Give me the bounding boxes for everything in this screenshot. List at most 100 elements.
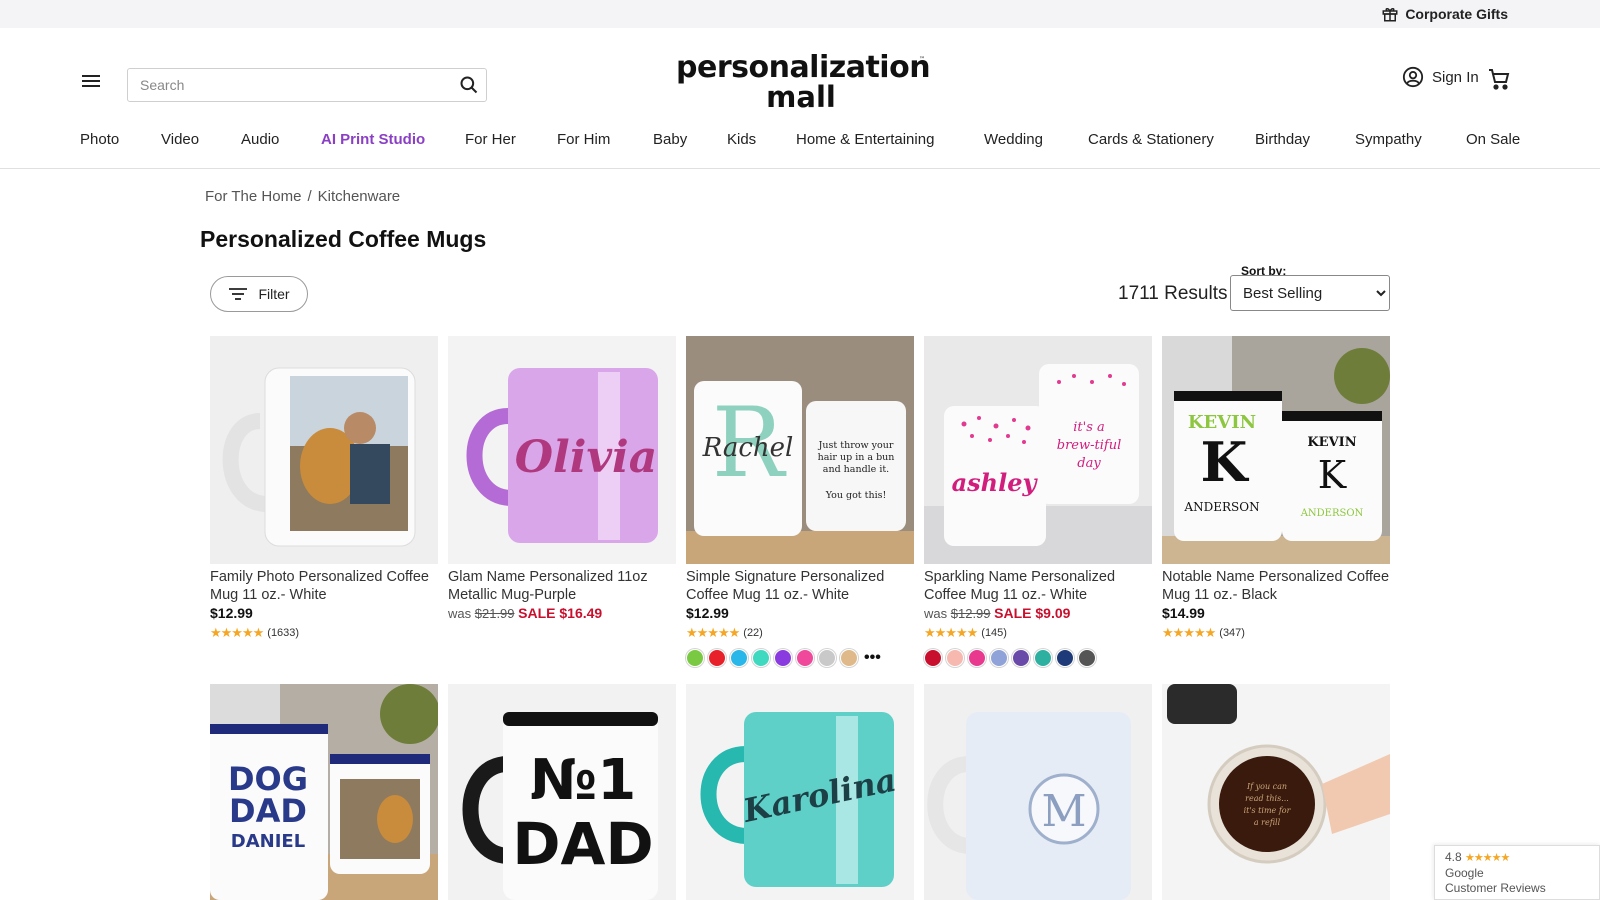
product-image[interactable]: Karolina [686,684,914,900]
nav-item-kids[interactable]: Kids [727,131,756,148]
product-card[interactable]: KEVIN K ANDERSON KEVIN K ANDERSON Notabl… [1162,336,1390,641]
review-count: (347) [1219,627,1245,639]
product-price: $12.99 [210,605,253,621]
google-label: Google [1445,866,1484,880]
nav-item-baby[interactable]: Baby [653,131,687,148]
nav-item-for-him[interactable]: For Him [557,131,610,148]
mug-text: If you can [1246,782,1287,791]
mug-text: Rachel [702,433,794,463]
product-name[interactable]: Glam Name Personalized 11oz Metallic Mug… [448,568,676,604]
search-icon[interactable] [452,69,486,101]
nav-item-home-entertaining[interactable]: Home & Entertaining [796,131,934,148]
nav-item-for-her[interactable]: For Her [465,131,516,148]
product-price: was $12.99 SALE $9.09 [924,605,1152,621]
breadcrumb: For The Home / Kitchenware [205,188,400,205]
breadcrumb-for-the-home[interactable]: For The Home [205,188,301,205]
mug-text: DANIEL [231,831,305,852]
mug-text: M [1041,786,1086,837]
color-swatch[interactable] [708,649,726,667]
nav-item-audio[interactable]: Audio [241,131,279,148]
more-colors-button[interactable]: ••• [864,650,881,666]
color-swatch[interactable] [924,649,942,667]
product-card[interactable]: If you can read this... it's time for a … [1162,684,1390,900]
product-image[interactable]: Olivia [448,336,676,564]
color-swatch[interactable] [990,649,1008,667]
color-swatch[interactable] [1012,649,1030,667]
logo-line-2: mall [766,80,836,114]
account-icon [1402,66,1424,88]
product-image[interactable]: If you can read this... it's time for a … [1162,684,1390,900]
was-price: $21.99 [474,606,515,621]
filter-label: Filter [258,286,290,302]
review-count: (145) [981,627,1007,639]
product-image[interactable]: №1 DAD [448,684,676,900]
product-name[interactable]: Simple Signature Personalized Coffee Mug… [686,568,914,604]
color-swatch[interactable] [946,649,964,667]
product-card[interactable]: Karolina [686,684,914,900]
sign-in-label: Sign In [1432,68,1479,86]
product-card[interactable]: Family Photo Personalized Coffee Mug 11 … [210,336,438,641]
nav-item-on-sale[interactable]: On Sale [1466,131,1520,148]
color-swatch[interactable] [752,649,770,667]
hamburger-menu-icon[interactable] [80,72,102,94]
corporate-gifts-link[interactable]: Corporate Gifts [1381,5,1508,23]
google-score: 4.8 [1445,850,1462,864]
product-card[interactable]: ashley it's a brew-tiful day Sparkling N… [924,336,1152,667]
breadcrumb-kitchenware[interactable]: Kitchenware [318,188,401,205]
product-image[interactable]: DOG DAD DANIEL [210,684,438,900]
product-card[interactable]: Olivia Glam Name Personalized 11oz Metal… [448,336,676,621]
google-reviews-badge[interactable]: 4.8 ★★★★★ Google Customer Reviews [1434,845,1600,900]
cart-icon[interactable] [1487,67,1511,91]
sign-in-link[interactable]: Sign In [1402,66,1479,88]
nav-item-sympathy[interactable]: Sympathy [1355,131,1422,148]
nav-item-photo[interactable]: Photo [80,131,119,148]
product-name[interactable]: Family Photo Personalized Coffee Mug 11 … [210,568,438,604]
mug-text: and handle it. [823,464,889,475]
product-rating: ★★★★★ (22) [686,625,914,641]
product-price: $12.99 [686,605,729,621]
product-image[interactable]: M [924,684,1152,900]
color-swatch[interactable] [840,649,858,667]
filter-button[interactable]: Filter [210,276,308,312]
color-swatch[interactable] [774,649,792,667]
product-price: was $21.99 SALE $16.49 [448,605,676,621]
color-swatch[interactable] [1056,649,1074,667]
mug-text: read this... [1245,794,1289,803]
color-swatch[interactable] [796,649,814,667]
color-swatch[interactable] [686,649,704,667]
nav-item-cards-stationery[interactable]: Cards & Stationery [1088,131,1214,148]
search-input[interactable] [128,70,452,100]
product-rating: ★★★★★ (347) [1162,625,1390,641]
product-card[interactable]: R Rachel Just throw your hair up in a bu… [686,336,914,667]
product-rating: ★★★★★ (1633) [210,625,438,641]
mug-text: K [1318,453,1347,497]
breadcrumb-separator: / [307,188,312,205]
nav-item-video[interactable]: Video [161,131,199,148]
mug-text: KEVIN [1307,435,1356,450]
mug-text: a refill [1254,818,1281,827]
color-swatch[interactable] [818,649,836,667]
product-card[interactable]: M [924,684,1152,900]
site-logo[interactable]: personalization mall ™ [676,52,931,114]
color-swatch[interactable] [968,649,986,667]
product-image[interactable]: KEVIN K ANDERSON KEVIN K ANDERSON [1162,336,1390,564]
color-swatch[interactable] [1078,649,1096,667]
mug-text: DAD [229,792,307,830]
product-image[interactable] [210,336,438,564]
product-image[interactable]: R Rachel Just throw your hair up in a bu… [686,336,914,564]
product-image[interactable]: ashley it's a brew-tiful day [924,336,1152,564]
product-name[interactable]: Sparkling Name Personalized Coffee Mug 1… [924,568,1152,604]
mug-text: brew-tiful [1057,438,1121,453]
rating-stars: ★★★★★ [686,625,740,640]
sort-select[interactable]: Best Selling [1230,275,1390,311]
mug-text: day [1077,456,1101,471]
product-card[interactable]: №1 DAD [448,684,676,900]
nav-item-wedding[interactable]: Wedding [984,131,1043,148]
color-swatch[interactable] [730,649,748,667]
product-card[interactable]: DOG DAD DANIEL [210,684,438,900]
page-title: Personalized Coffee Mugs [200,226,487,252]
product-name[interactable]: Notable Name Personalized Coffee Mug 11 … [1162,568,1390,604]
color-swatch[interactable] [1034,649,1052,667]
nav-item-birthday[interactable]: Birthday [1255,131,1310,148]
nav-item-ai-print-studio[interactable]: AI Print Studio [321,131,425,148]
